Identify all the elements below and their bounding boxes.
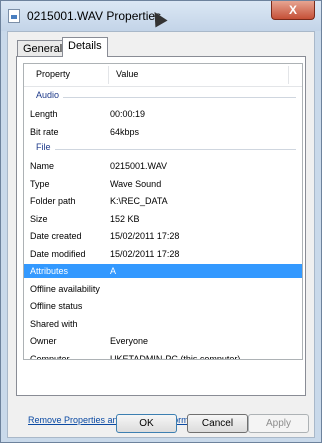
property-name: Offline status (30, 301, 83, 311)
property-name: Offline availability (30, 283, 100, 294)
column-divider[interactable] (108, 66, 109, 84)
property-name: Folder path (30, 196, 76, 206)
property-name: Owner (30, 336, 57, 346)
close-button[interactable]: X (271, 1, 315, 20)
property-value: 15/02/2011 17:28 (110, 231, 180, 241)
property-value: 0215001.WAV (110, 161, 168, 171)
property-name: Bit rate (30, 126, 59, 137)
property-row[interactable]: Offline availability (24, 282, 302, 296)
column-header-value[interactable]: Value (116, 69, 138, 79)
tab-general[interactable]: General (17, 40, 69, 56)
cancel-button[interactable]: Cancel (187, 414, 248, 433)
property-value: Everyone (110, 336, 149, 346)
property-name: Size (30, 213, 48, 224)
property-row[interactable]: Name 0215001.WAV (24, 159, 302, 173)
property-row[interactable]: Shared with (24, 317, 302, 331)
property-row[interactable]: Offline status (24, 299, 302, 313)
property-value: 00:00:19 (110, 109, 146, 119)
property-name: Name (30, 161, 55, 171)
property-row[interactable]: Size 152 KB (24, 212, 302, 226)
apply-button[interactable]: Apply (248, 414, 309, 433)
property-name: Date modified (30, 248, 86, 259)
group-header-audio: Audio (24, 88, 302, 104)
property-value: 64kbps (110, 126, 140, 137)
title-bar[interactable]: 0215001.WAV Properties X (1, 1, 321, 31)
property-value: Wave Sound (110, 178, 162, 189)
column-divider[interactable] (288, 66, 289, 84)
tab-details[interactable]: Details (62, 37, 108, 57)
property-name: Attributes (30, 266, 69, 276)
column-header-property[interactable]: Property (36, 69, 70, 79)
property-name: Shared with (30, 318, 78, 329)
property-row[interactable]: Attributes A (24, 264, 302, 278)
property-row[interactable]: Folder path K:\REC_DATA (24, 194, 302, 208)
property-value: UKETADMIN-PC (this computer) (110, 353, 241, 360)
property-row[interactable]: Type Wave Sound (24, 177, 302, 191)
property-row[interactable]: Bit rate 64kbps (24, 125, 302, 139)
property-row[interactable]: Length 00:00:19 (24, 107, 302, 121)
group-separator-line (36, 149, 296, 150)
group-header-file: File (24, 140, 302, 156)
window-title: 0215001.WAV Properties (27, 9, 162, 23)
property-name: Computer (30, 353, 70, 360)
property-name: Length (30, 109, 58, 119)
ok-button[interactable]: OK (116, 414, 177, 433)
property-name: Type (30, 178, 50, 189)
property-value: A (110, 266, 117, 276)
property-list[interactable]: Property Value Audio Length 00:00:19 Bit r… (23, 63, 303, 360)
list-header: Property Value (24, 64, 302, 87)
property-row[interactable]: Date created 15/02/2011 17:28 (24, 229, 302, 243)
property-row[interactable]: Date modified 15/02/2011 17:28 (24, 247, 302, 261)
property-value: K:\REC_DATA (110, 196, 168, 206)
properties-window: 0215001.WAV Properties X General Details… (0, 0, 322, 443)
group-label: File (36, 142, 55, 152)
property-value: 152 KB (110, 213, 140, 224)
property-row[interactable]: Computer UKETADMIN-PC (this computer) (24, 352, 302, 360)
property-row[interactable]: Owner Everyone (24, 334, 302, 348)
property-value: 15/02/2011 17:28 (110, 248, 180, 259)
group-label: Audio (36, 90, 64, 100)
group-separator-line (36, 97, 296, 98)
wav-file-icon (8, 9, 20, 23)
property-name: Date created (30, 231, 82, 241)
